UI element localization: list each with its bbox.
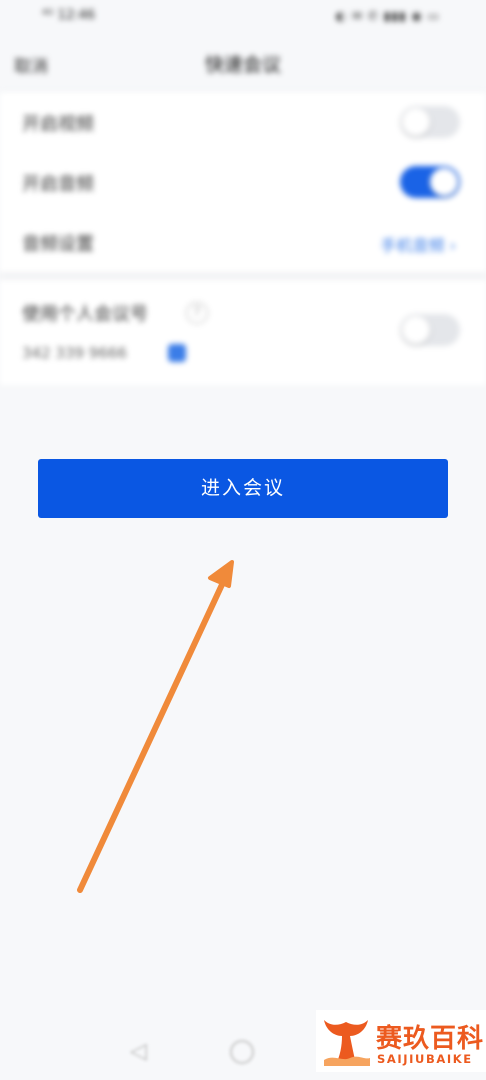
- setting-row-video[interactable]: 开启视频: [0, 92, 486, 152]
- back-triangle-icon[interactable]: ◁: [130, 1039, 147, 1064]
- enter-meeting-button[interactable]: 进入会议: [38, 459, 448, 518]
- status-bar: ⁴ᴳ 12:46 ◐ ✉ ✆ ▮▮▮ ◉ ▭: [0, 0, 486, 34]
- setting-row-audio-settings[interactable]: 音频设置 手机音频 ›: [0, 212, 486, 272]
- settings-panel: 开启视频 开启音频 音频设置 手机音频 ›: [0, 92, 486, 272]
- video-toggle[interactable]: [400, 106, 460, 138]
- page-title: 快速会议: [204, 54, 281, 76]
- arrow-head: [208, 560, 234, 588]
- personal-meeting-id: 342 339 9666: [22, 344, 127, 362]
- personal-meeting-label: 使用个人会议号: [22, 304, 148, 325]
- setting-row-audio[interactable]: 开启音频: [0, 152, 486, 212]
- top-nav: 取消 快速会议: [0, 34, 486, 92]
- audio-toggle[interactable]: [400, 166, 460, 198]
- setting-label-audio-settings: 音频设置: [22, 234, 94, 255]
- arrow-shaft: [77, 573, 229, 893]
- status-icons: ◐ ✉ ✆ ▮▮▮ ◉ ▭: [335, 9, 440, 23]
- section-divider: [0, 272, 486, 280]
- watermark-subtitle: SAIJIUBAIKE: [377, 1052, 473, 1066]
- home-circle-icon[interactable]: [230, 1040, 254, 1064]
- blurred-settings-area: ⁴ᴳ 12:46 ◐ ✉ ✆ ▮▮▮ ◉ ▭ 取消 快速会议 开启视频 开启音频…: [0, 0, 486, 420]
- toggle-knob: [402, 316, 430, 344]
- audio-settings-value[interactable]: 手机音频 ›: [381, 232, 457, 256]
- personal-meeting-toggle[interactable]: [400, 314, 460, 346]
- toggle-knob: [430, 168, 458, 196]
- setting-label-video: 开启视频: [22, 114, 94, 135]
- personal-meeting-row[interactable]: 使用个人会议号 ? 342 339 9666: [0, 280, 486, 385]
- copy-icon[interactable]: [168, 344, 186, 362]
- whale-tail-logo-icon: [324, 1020, 370, 1066]
- status-time: ⁴ᴳ 12:46: [42, 8, 96, 23]
- toggle-knob: [402, 108, 430, 136]
- setting-label-audio: 开启音频: [22, 174, 94, 195]
- watermark-title: 赛玖百科: [376, 1024, 485, 1054]
- watermark: 赛玖百科 SAIJIUBAIKE: [316, 1010, 486, 1072]
- help-icon[interactable]: ?: [186, 302, 208, 324]
